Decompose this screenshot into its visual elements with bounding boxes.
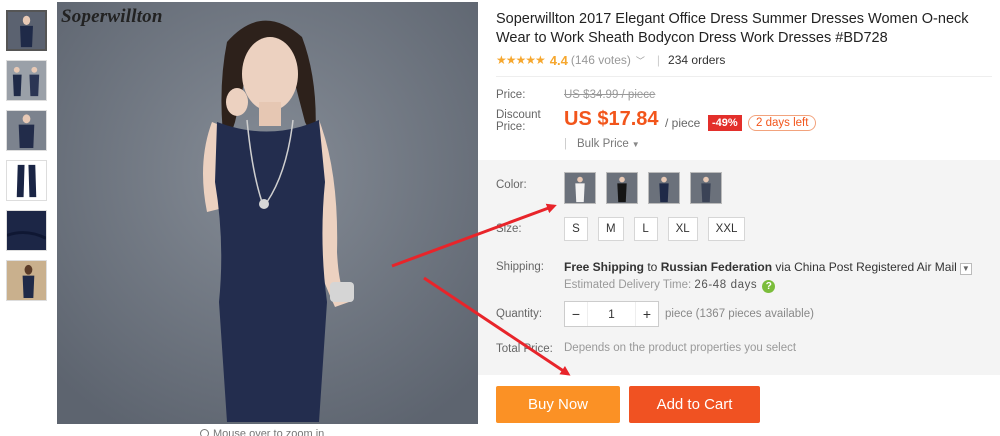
chevron-down-icon[interactable]: ﹀: [636, 54, 645, 67]
quantity-label: Quantity:: [496, 308, 543, 320]
product-title: Soperwillton 2017 Elegant Office Dress S…: [496, 11, 969, 46]
price-label: Price:: [496, 89, 526, 101]
shipping-to-text: to: [644, 260, 661, 274]
size-s-button[interactable]: S: [564, 217, 588, 241]
free-shipping-text: Free Shipping: [564, 260, 645, 274]
divider: |: [656, 53, 661, 67]
rating-stars-icon: ★★★★★: [496, 53, 546, 67]
quantity-decrease-button[interactable]: −: [565, 306, 587, 322]
size-l-button[interactable]: L: [633, 217, 658, 241]
thumbnail-6[interactable]: [6, 260, 47, 301]
orders-count: 234 orders: [668, 53, 726, 67]
magnifier-icon: [200, 429, 209, 436]
divider: |: [564, 138, 567, 150]
size-xxl-button[interactable]: XXL: [707, 217, 746, 241]
total-price-label: Total Price:: [496, 343, 553, 355]
thumbnail-2[interactable]: [6, 60, 47, 101]
discount-price: US $17.84: [564, 108, 659, 130]
thumbnail-5[interactable]: [6, 210, 47, 251]
size-m-button[interactable]: M: [598, 217, 624, 241]
pieces-available: piece (1367 pieces available): [665, 308, 814, 320]
divider-line: [496, 76, 992, 77]
size-options: S M L XL XXL: [564, 217, 746, 241]
brand-watermark: Soperwillton: [61, 6, 163, 27]
quantity-stepper: − 1 +: [564, 301, 659, 327]
bulk-price-dropdown[interactable]: | Bulk Price ▼: [564, 138, 640, 150]
color-swatch-1[interactable]: [564, 172, 596, 204]
size-label: Size:: [496, 223, 522, 235]
quantity-increase-button[interactable]: +: [636, 306, 658, 322]
discount-price-label-line2: Price:: [496, 121, 526, 133]
add-to-cart-button[interactable]: Add to Cart: [629, 386, 760, 423]
color-swatches: [564, 172, 722, 204]
product-detail-panel: Soperwillton 2017 Elegant Office Dress S…: [478, 0, 1000, 436]
original-price: US $34.99 / piece: [564, 89, 656, 101]
shipping-info: Free Shipping to Russian Federation via …: [564, 260, 972, 275]
main-product-image[interactable]: Soperwillton: [57, 2, 478, 424]
estimated-delivery-days: 26-48 days: [694, 279, 758, 291]
zoom-hint-text: Mouse over to zoom in: [213, 428, 325, 436]
color-swatch-3[interactable]: [648, 172, 680, 204]
shipping-label: Shipping:: [496, 261, 544, 273]
bulk-price-label: Bulk Price: [577, 138, 629, 150]
shipping-dropdown-icon[interactable]: ▼: [959, 263, 972, 275]
price-unit: / piece: [665, 116, 701, 130]
color-swatch-4[interactable]: [690, 172, 722, 204]
thumbnail-strip: [6, 10, 50, 310]
thumbnail-3[interactable]: [6, 110, 47, 151]
thumbnail-1[interactable]: [6, 10, 47, 51]
zoom-hint: Mouse over to zoom in: [200, 428, 324, 436]
days-left-badge: 2 days left: [748, 115, 817, 131]
rating-row: ★★★★★ 4.4 (146 votes) ﹀ | 234 orders: [496, 52, 725, 68]
estimated-delivery: Estimated Delivery Time: 26-48 days?: [564, 279, 776, 293]
shipping-method: via China Post Registered Air Mail: [772, 260, 957, 274]
rating-votes-link[interactable]: (146 votes): [571, 53, 631, 67]
rating-score: 4.4: [549, 52, 568, 68]
color-swatch-2[interactable]: [606, 172, 638, 204]
color-label: Color:: [496, 179, 527, 191]
quantity-input[interactable]: 1: [587, 302, 636, 326]
buy-now-button[interactable]: Buy Now: [496, 386, 620, 423]
size-xl-button[interactable]: XL: [667, 217, 698, 241]
estimated-delivery-label: Estimated Delivery Time:: [564, 279, 695, 291]
thumbnail-4[interactable]: [6, 160, 47, 201]
discount-badge: -49%: [708, 115, 742, 131]
total-price-note: Depends on the product properties you se…: [564, 342, 797, 354]
caret-down-icon: ▼: [631, 140, 640, 149]
help-icon[interactable]: ?: [762, 280, 776, 293]
shipping-country[interactable]: Russian Federation: [661, 260, 772, 274]
